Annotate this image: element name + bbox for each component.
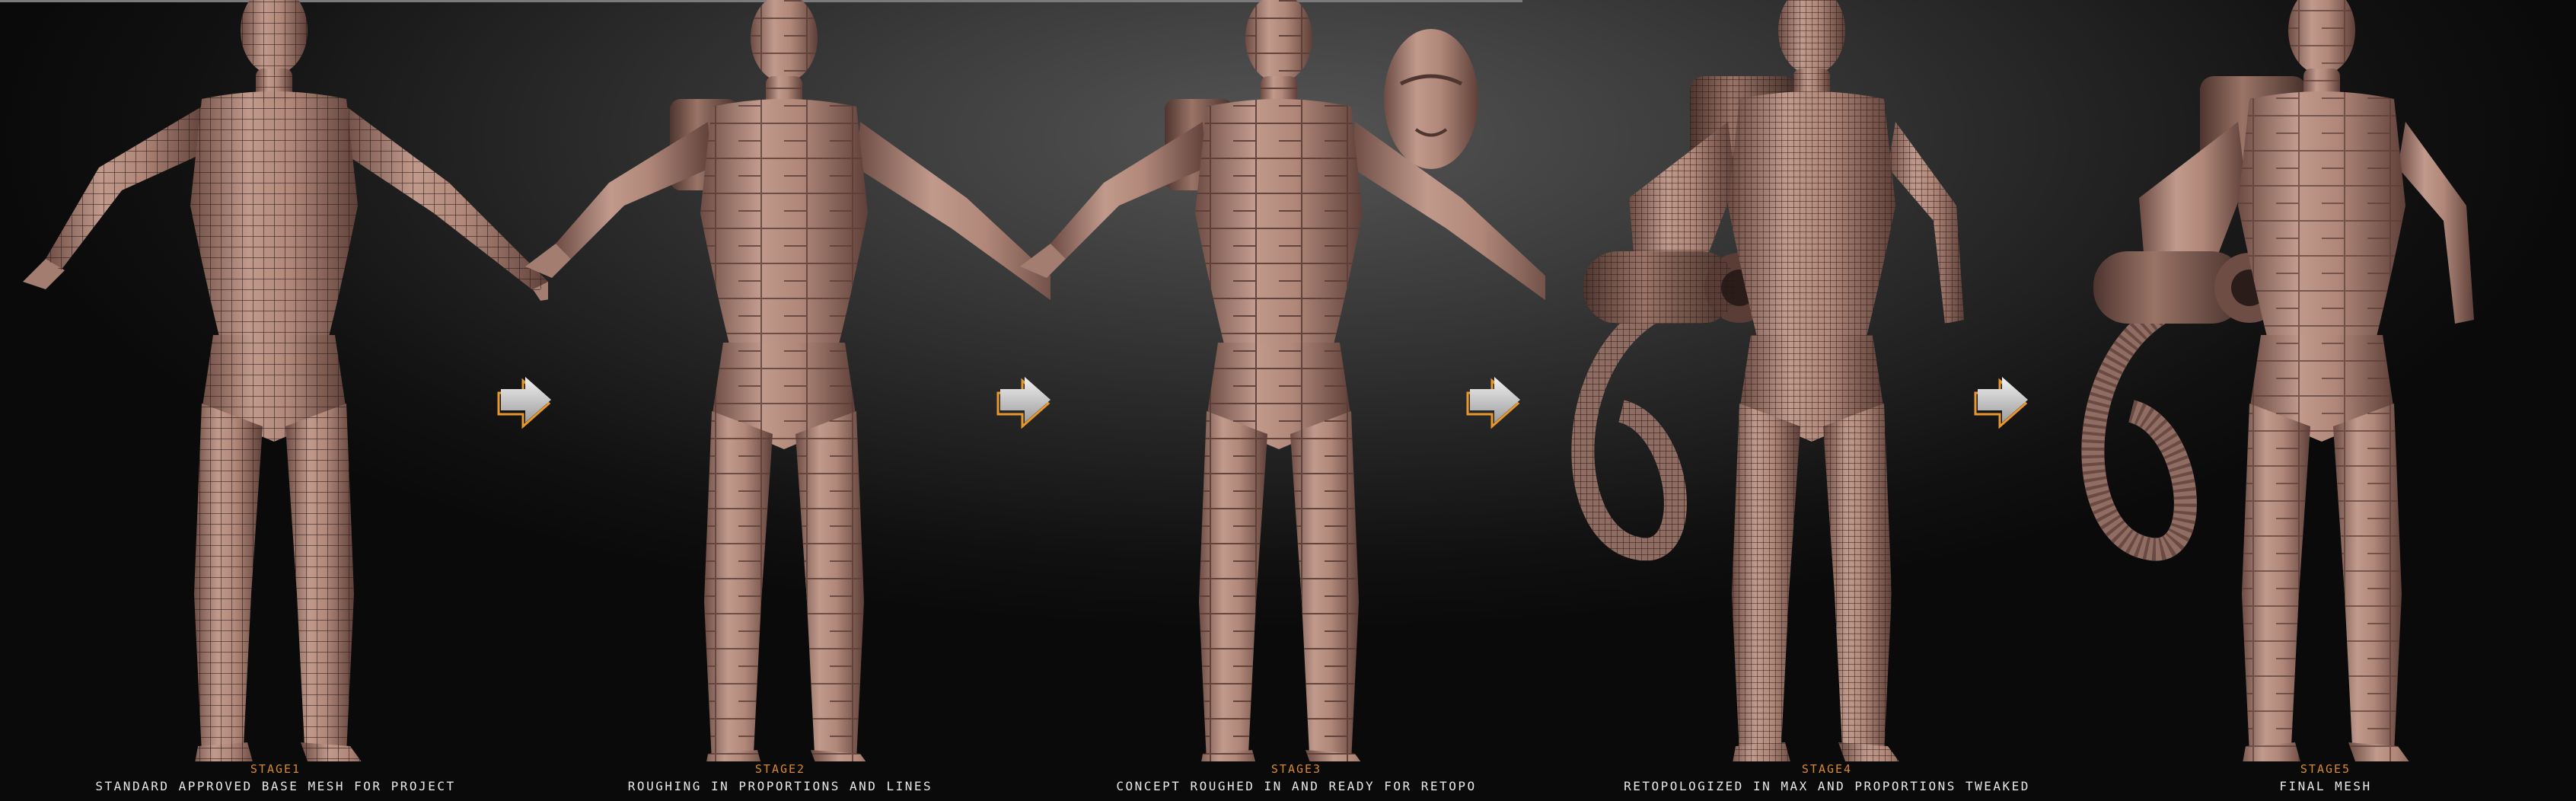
stage-label: STAGE1 <box>250 762 301 776</box>
arrow-right-icon <box>497 377 551 429</box>
stage2-rough-sculpt-figure <box>525 0 1050 761</box>
stage1-caption: STAGE1 STANDARD APPROVED BASE MESH FOR P… <box>9 761 542 795</box>
arrow-right-icon <box>996 377 1050 429</box>
stage-label: STAGE5 <box>2300 762 2351 776</box>
stage-description: FINAL MESH <box>2279 779 2372 793</box>
stage5-final-figure <box>2081 0 2474 761</box>
arrow-right-icon <box>1974 377 2028 429</box>
stage-description: STANDARD APPROVED BASE MESH FOR PROJECT <box>95 779 456 793</box>
zbrush-stage-sheet: STAGE1 STANDARD APPROVED BASE MESH FOR P… <box>0 0 2576 801</box>
stage-description: ROUGHING IN PROPORTIONS AND LINES <box>627 779 933 793</box>
arrow-right-icon <box>1466 377 1520 429</box>
stage3-caption: STAGE3 CONCEPT ROUGHED IN AND READY FOR … <box>1030 761 1563 795</box>
stage-label: STAGE3 <box>1270 762 1322 776</box>
stage5-caption: STAGE5 FINAL MESH <box>2059 761 2576 795</box>
stage-description: CONCEPT ROUGHED IN AND READY FOR RETOPO <box>1116 779 1477 793</box>
stage-label: STAGE2 <box>754 762 806 776</box>
stage-description: RETOPOLOGIZED IN MAX AND PROPORTIONS TWE… <box>1624 779 2030 793</box>
stage2-caption: STAGE2 ROUGHING IN PROPORTIONS AND LINES <box>514 761 1047 795</box>
stage1-base-mesh-figure <box>23 0 548 761</box>
stage4-caption: STAGE4 RETOPOLOGIZED IN MAX AND PROPORTI… <box>1561 761 2093 795</box>
stage-label: STAGE4 <box>1801 762 1853 776</box>
